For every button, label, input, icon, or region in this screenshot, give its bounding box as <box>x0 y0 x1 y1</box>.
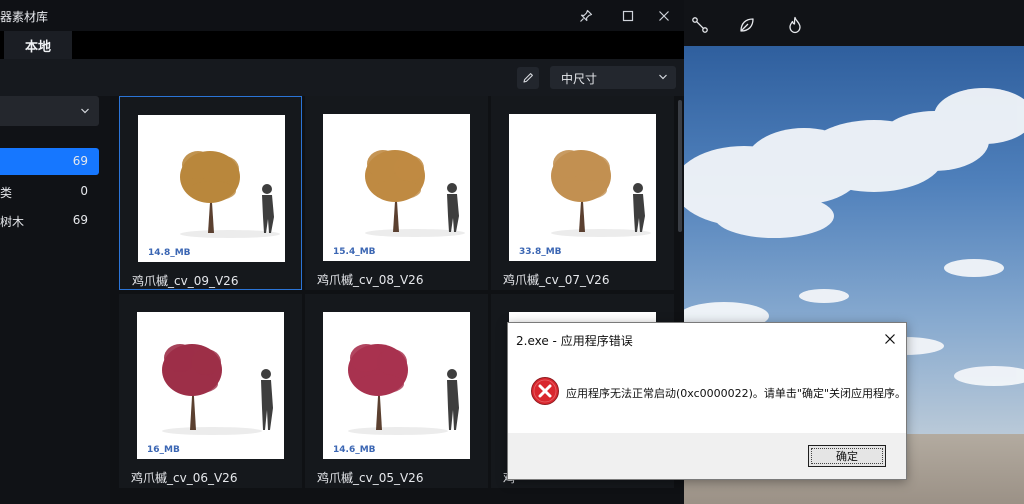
tab-bar: 本地 <box>0 31 684 59</box>
tab-local[interactable]: 本地 <box>4 31 72 59</box>
error-dialog: 2.exe - 应用程序错误 应用程序无法正常启动(0xc0000022)。请单… <box>507 322 907 480</box>
sidebar-item-trees[interactable]: 树木 69 <box>0 207 99 234</box>
tree-preview-image <box>162 344 273 435</box>
pin-icon <box>580 9 593 22</box>
sidebar-item-all[interactable]: 69 <box>0 148 99 175</box>
scene-toolbar <box>684 0 1024 46</box>
node-link-icon <box>692 17 708 33</box>
vegetation-button[interactable] <box>736 14 758 36</box>
asset-thumbnail: 15.4_MB <box>323 114 470 261</box>
maximize-button[interactable] <box>617 5 639 27</box>
toolbar: 中尺寸 <box>0 59 684 96</box>
asset-name: 鸡爪槭_cv_09_V26 <box>132 274 239 288</box>
asset-card[interactable]: 14.8_MB 鸡爪槭_cv_09_V26 <box>119 96 302 290</box>
pin-button[interactable] <box>575 5 597 27</box>
dialog-message: 应用程序无法正常启动(0xc0000022)。请单击"确定"关闭应用程序。 <box>566 387 907 400</box>
edit-button[interactable] <box>517 67 539 89</box>
maximize-icon <box>622 10 634 22</box>
tab-local-label: 本地 <box>24 39 51 55</box>
asset-thumbnail: 14.8_MB <box>138 115 285 262</box>
window-title: 器素材库 <box>0 10 49 24</box>
leaf-icon <box>740 18 754 32</box>
effects-button[interactable] <box>784 14 806 36</box>
asset-card[interactable]: 14.6_MB 鸡爪槭_cv_05_V26 <box>305 294 488 488</box>
grid-scrollbar-thumb[interactable] <box>678 100 682 232</box>
tree-preview-image <box>551 150 651 237</box>
category-dropdown[interactable] <box>0 96 99 126</box>
pencil-icon <box>523 73 533 83</box>
asset-card[interactable]: 15.4_MB 鸡爪槭_cv_08_V26 <box>305 96 488 290</box>
sidebar-item-label: 类 <box>0 186 13 200</box>
tree-preview-image <box>348 344 459 435</box>
sidebar-item-category[interactable]: 类 0 <box>0 178 99 205</box>
asset-size-tag: 15.4_MB <box>333 247 376 257</box>
asset-size-tag: 16_MB <box>147 445 180 455</box>
asset-size-tag: 14.6_MB <box>333 445 376 455</box>
sidebar-item-label: 树木 <box>0 215 25 229</box>
title-bar: 器素材库 <box>0 0 684 31</box>
dialog-footer: 确定 <box>508 433 906 479</box>
thumbnail-size-value: 中尺寸 <box>561 72 598 86</box>
thumbnail-size-select[interactable]: 中尺寸 <box>550 66 676 89</box>
asset-name: 鸡爪槭_cv_06_V26 <box>131 471 238 485</box>
asset-thumbnail: 33.8_MB <box>509 114 656 261</box>
asset-thumbnail: 16_MB <box>137 312 284 459</box>
asset-name: 鸡爪槭_cv_07_V26 <box>503 273 610 287</box>
asset-card[interactable]: 33.8_MB 鸡爪槭_cv_07_V26 <box>491 96 674 290</box>
dialog-title: 2.exe - 应用程序错误 <box>516 334 633 348</box>
sidebar-item-count: 0 <box>80 184 88 198</box>
asset-size-tag: 14.8_MB <box>148 248 191 258</box>
sidebar-item-count: 69 <box>72 213 88 227</box>
asset-size-tag: 33.8_MB <box>519 247 562 257</box>
category-sidebar: 69 类 0 树木 69 <box>0 96 108 504</box>
chevron-down-icon <box>81 108 89 114</box>
ok-button-label: 确定 <box>836 450 858 463</box>
ok-button[interactable]: 确定 <box>808 445 886 467</box>
asset-card[interactable]: 16_MB 鸡爪槭_cv_06_V26 <box>119 294 302 488</box>
dialog-close-button[interactable] <box>880 329 900 349</box>
close-icon <box>885 334 895 344</box>
error-icon <box>531 377 559 405</box>
tree-preview-image <box>180 151 280 238</box>
node-link-button[interactable] <box>689 14 711 36</box>
flame-icon <box>789 16 801 34</box>
sidebar-item-count: 69 <box>72 154 88 168</box>
asset-name: 鸡爪槭_cv_05_V26 <box>317 471 424 485</box>
asset-thumbnail: 14.6_MB <box>323 312 470 459</box>
close-icon <box>659 11 669 21</box>
asset-name: 鸡爪槭_cv_08_V26 <box>317 273 424 287</box>
chevron-down-icon <box>659 74 667 80</box>
close-button[interactable] <box>653 5 675 27</box>
tree-preview-image <box>365 150 465 237</box>
